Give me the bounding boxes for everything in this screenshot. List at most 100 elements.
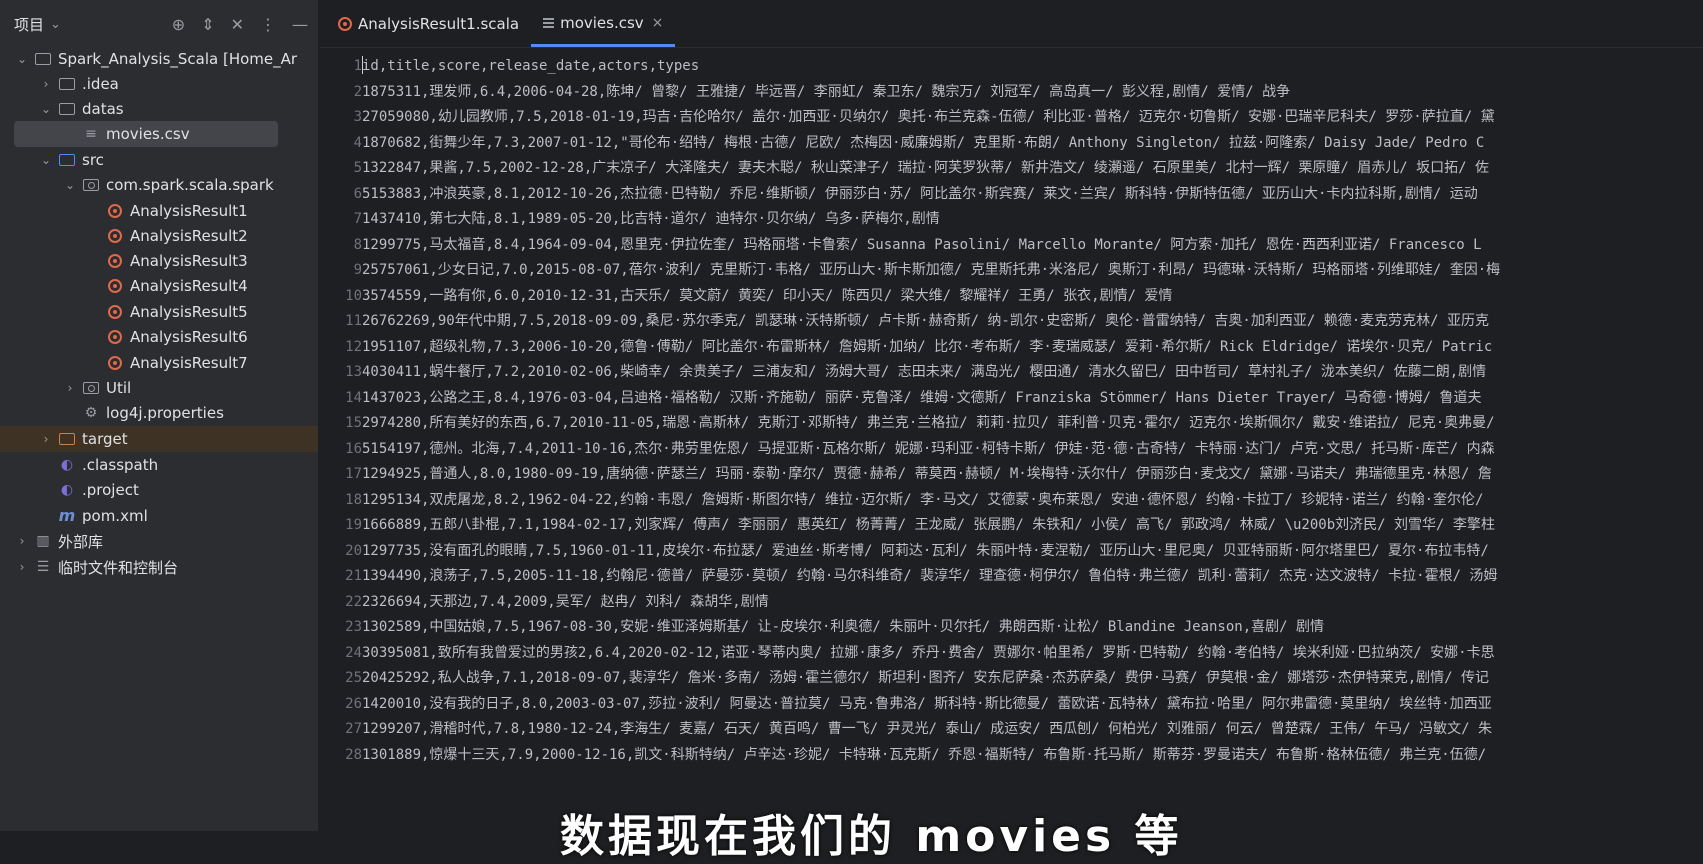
line-number: 21 [345, 568, 362, 584]
line-number: 17 [345, 466, 362, 482]
code-line[interactable]: 30395081,致所有我曾爱过的男孩2,6.4,2020-02-12,诺亚·琴… [362, 641, 1495, 667]
line-number: 10 [345, 287, 362, 304]
tree-item[interactable]: ⌄ src [0, 147, 318, 173]
code-line[interactable]: 1299207,滑稽时代,7.8,1980-12-24,李海生/ 麦嘉/ 石天/… [362, 717, 1492, 743]
close-icon[interactable]: ✕ [231, 15, 244, 34]
tree-item-label: target [82, 430, 128, 448]
line-number: 14 [345, 389, 362, 406]
tree-item[interactable]: m pom.xml [0, 503, 318, 529]
line-number: 2 [353, 83, 362, 100]
line-number: 19 [345, 517, 362, 533]
tree-item-label: log4j.properties [106, 404, 224, 422]
code-line[interactable]: 1437023,公路之王,8.4,1976-03-04,吕迪格·福格勒/ 汉斯·… [362, 386, 1481, 412]
chevron-right-icon[interactable]: › [14, 534, 30, 548]
project-view-selector[interactable]: 项目 ⌄ [14, 14, 61, 35]
tree-item[interactable]: › ☰ 临时文件和控制台 [0, 554, 318, 580]
code-line[interactable]: 25757061,少女日记,7.0,2015-08-07,蓓尔·波利/ 克里斯汀… [362, 258, 1500, 284]
tree-item-label: src [82, 151, 104, 169]
code-line[interactable]: 1295134,双虎屠龙,8.2,1962-04-22,约翰·韦恩/ 詹姆斯·斯… [362, 488, 1483, 514]
tree-item[interactable]: AnalysisResult3 [0, 248, 318, 274]
chevron-right-icon[interactable]: › [62, 381, 78, 395]
code-line[interactable]: 5154197,德州。北海,7.4,2011-10-16,杰尔·弗劳里佐恩/ 马… [362, 437, 1495, 463]
tree-item[interactable]: ⌄ Spark_Analysis_Scala [Home_Ar [0, 46, 318, 72]
code-line[interactable]: 1297735,没有面孔的眼睛,7.5,1960-01-11,皮埃尔·布拉瑟/ … [362, 539, 1489, 565]
code-line[interactable]: 1875311,理发师,6.4,2006-04-28,陈坤/ 曾黎/ 王雅捷/ … [362, 80, 1290, 106]
code-line[interactable]: 26762269,90年代中期,7.5,2018-09-09,桑尼·苏尔季克/ … [362, 309, 1489, 335]
tree-item-label: 外部库 [58, 532, 104, 551]
line-number: 16 [345, 440, 362, 457]
line-number: 20 [345, 542, 362, 559]
tree-item[interactable]: AnalysisResult4 [0, 273, 318, 299]
code-line[interactable]: 20425292,私人战争,7.1,2018-09-07,裴淳华/ 詹米·多南/… [362, 666, 1489, 692]
tree-item[interactable]: AnalysisResult6 [0, 324, 318, 350]
chevron-down-icon[interactable]: ⌄ [38, 153, 54, 167]
code-text-area[interactable]: id,title,score,release_date,actors,types… [362, 48, 1703, 831]
expand-collapse-icon[interactable]: ⇕ [201, 15, 214, 34]
code-line[interactable]: 3574559,一路有你,6.0,2010-12-31,古天乐/ 莫文蔚/ 黄奕… [362, 284, 1172, 310]
code-line[interactable]: 5153883,冲浪英豪,8.1,2012-10-26,杰拉德·巴特勒/ 乔尼·… [362, 182, 1478, 208]
tree-item-label: AnalysisResult1 [130, 202, 248, 220]
tree-item[interactable]: › target [0, 426, 318, 452]
tree-item[interactable]: › .idea [0, 71, 318, 97]
code-line[interactable]: 4030411,蜗牛餐厅,7.2,2010-02-06,柴崎幸/ 余贵美子/ 三… [362, 360, 1486, 386]
tree-item[interactable]: ◐ .project [0, 477, 318, 503]
tree-item[interactable]: AnalysisResult5 [0, 299, 318, 325]
code-line[interactable]: 1322847,果酱,7.5,2002-12-28,广末凉子/ 大泽隆夫/ 妻夫… [362, 156, 1489, 182]
code-line[interactable]: 1951107,超级礼物,7.3,2006-10-20,德鲁·傅勒/ 阿比盖尔·… [362, 335, 1492, 361]
code-line[interactable]: 1294925,普通人,8.0,1980-09-19,唐纳德·萨瑟兰/ 玛丽·泰… [362, 462, 1492, 488]
tree-item-label: .idea [82, 75, 119, 93]
folder-icon [58, 76, 76, 92]
hide-panel-icon[interactable]: — [292, 15, 308, 34]
chevron-down-icon[interactable]: ⌄ [62, 178, 78, 192]
line-number: 4 [353, 134, 362, 151]
line-number: 12 [345, 338, 362, 355]
tab-movies-csv[interactable]: movies.csv × [531, 1, 676, 47]
tree-item[interactable]: ⌄ datas [0, 96, 318, 122]
code-line[interactable]: 1302589,中国姑娘,7.5,1967-08-30,安妮·维亚泽姆斯基/ 让… [362, 615, 1324, 641]
more-options-icon[interactable]: ⋮ [260, 15, 276, 34]
code-line[interactable]: 2326694,天那边,7.4,2009,吴军/ 赵冉/ 刘科/ 森胡华,剧情 [362, 590, 769, 616]
code-line[interactable]: 1299775,马太福音,8.4,1964-09-04,恩里克·伊拉佐奎/ 玛格… [362, 233, 1482, 259]
gear-icon: ⚙ [84, 405, 98, 421]
tree-item[interactable]: ⌄ com.spark.scala.spark [0, 172, 318, 198]
line-number: 22 [345, 593, 362, 610]
code-line[interactable]: 1437410,第七大陆,8.1,1989-05-20,比吉特·道尔/ 迪特尔·… [362, 207, 940, 233]
code-line[interactable]: 2974280,所有美好的东西,6.7,2010-11-05,瑞恩·高斯林/ 克… [362, 411, 1495, 437]
locate-file-icon[interactable]: ⊕ [172, 15, 185, 34]
code-line[interactable]: 1394490,浪荡子,7.5,2005-11-18,约翰尼·德普/ 萨曼莎·莫… [362, 564, 1497, 590]
line-number: 6 [353, 185, 362, 202]
tree-item[interactable]: › Util [0, 375, 318, 401]
code-line[interactable]: 1420010,没有我的日子,8.0,2003-03-07,莎拉·波利/ 阿曼达… [362, 692, 1492, 718]
chevron-right-icon[interactable]: › [38, 432, 54, 446]
line-number: 28 [345, 746, 362, 763]
code-line[interactable]: 27059080,幼儿园教师,7.5,2018-01-19,玛吉·吉伦哈尔/ 盖… [362, 105, 1495, 131]
tab-analysisresult1-scala[interactable]: AnalysisResult1.scala [326, 1, 531, 47]
tree-item[interactable]: › ▥ 外部库 [0, 528, 318, 554]
tree-item[interactable]: AnalysisResult2 [0, 223, 318, 249]
line-number: 23 [345, 619, 362, 635]
line-number: 25 [345, 670, 362, 686]
code-line[interactable]: 1666889,五郎八卦棍,7.1,1984-02-17,刘家辉/ 傅声/ 李丽… [362, 513, 1495, 539]
folder-icon [58, 101, 76, 117]
tree-item-label: .project [82, 481, 139, 499]
scala-object-icon [106, 304, 124, 320]
scala-object-icon [106, 355, 124, 371]
chevron-right-icon[interactable]: › [14, 560, 30, 574]
tree-item[interactable]: AnalysisResult1 [0, 198, 318, 224]
tree-item[interactable]: ◐ .classpath [0, 452, 318, 478]
line-number: 3 [353, 109, 362, 125]
scala-object-icon [106, 278, 124, 294]
chevron-right-icon[interactable]: › [38, 77, 54, 91]
close-icon[interactable]: × [652, 15, 664, 31]
tree-item[interactable]: ⚙ log4j.properties [0, 400, 318, 426]
chevron-down-icon[interactable]: ⌄ [14, 52, 30, 66]
code-line[interactable]: 1870682,街舞少年,7.3,2007-01-12,"哥伦布·绍特/ 梅根·… [362, 131, 1484, 157]
tree-item[interactable]: ≡ movies.csv [14, 121, 278, 147]
tree-item[interactable]: AnalysisResult7 [0, 350, 318, 376]
chevron-down-icon[interactable]: ⌄ [38, 102, 54, 116]
package-icon [82, 380, 100, 396]
code-line[interactable]: 1301889,惊爆十三天,7.9,2000-12-16,凯文·科斯特纳/ 卢辛… [362, 743, 1486, 769]
line-number: 26 [345, 695, 362, 712]
project-panel-header: 项目 ⌄ ⊕ ⇕ ✕ ⋮ — [0, 0, 318, 48]
code-line[interactable]: id,title,score,release_date,actors,types [362, 54, 699, 80]
